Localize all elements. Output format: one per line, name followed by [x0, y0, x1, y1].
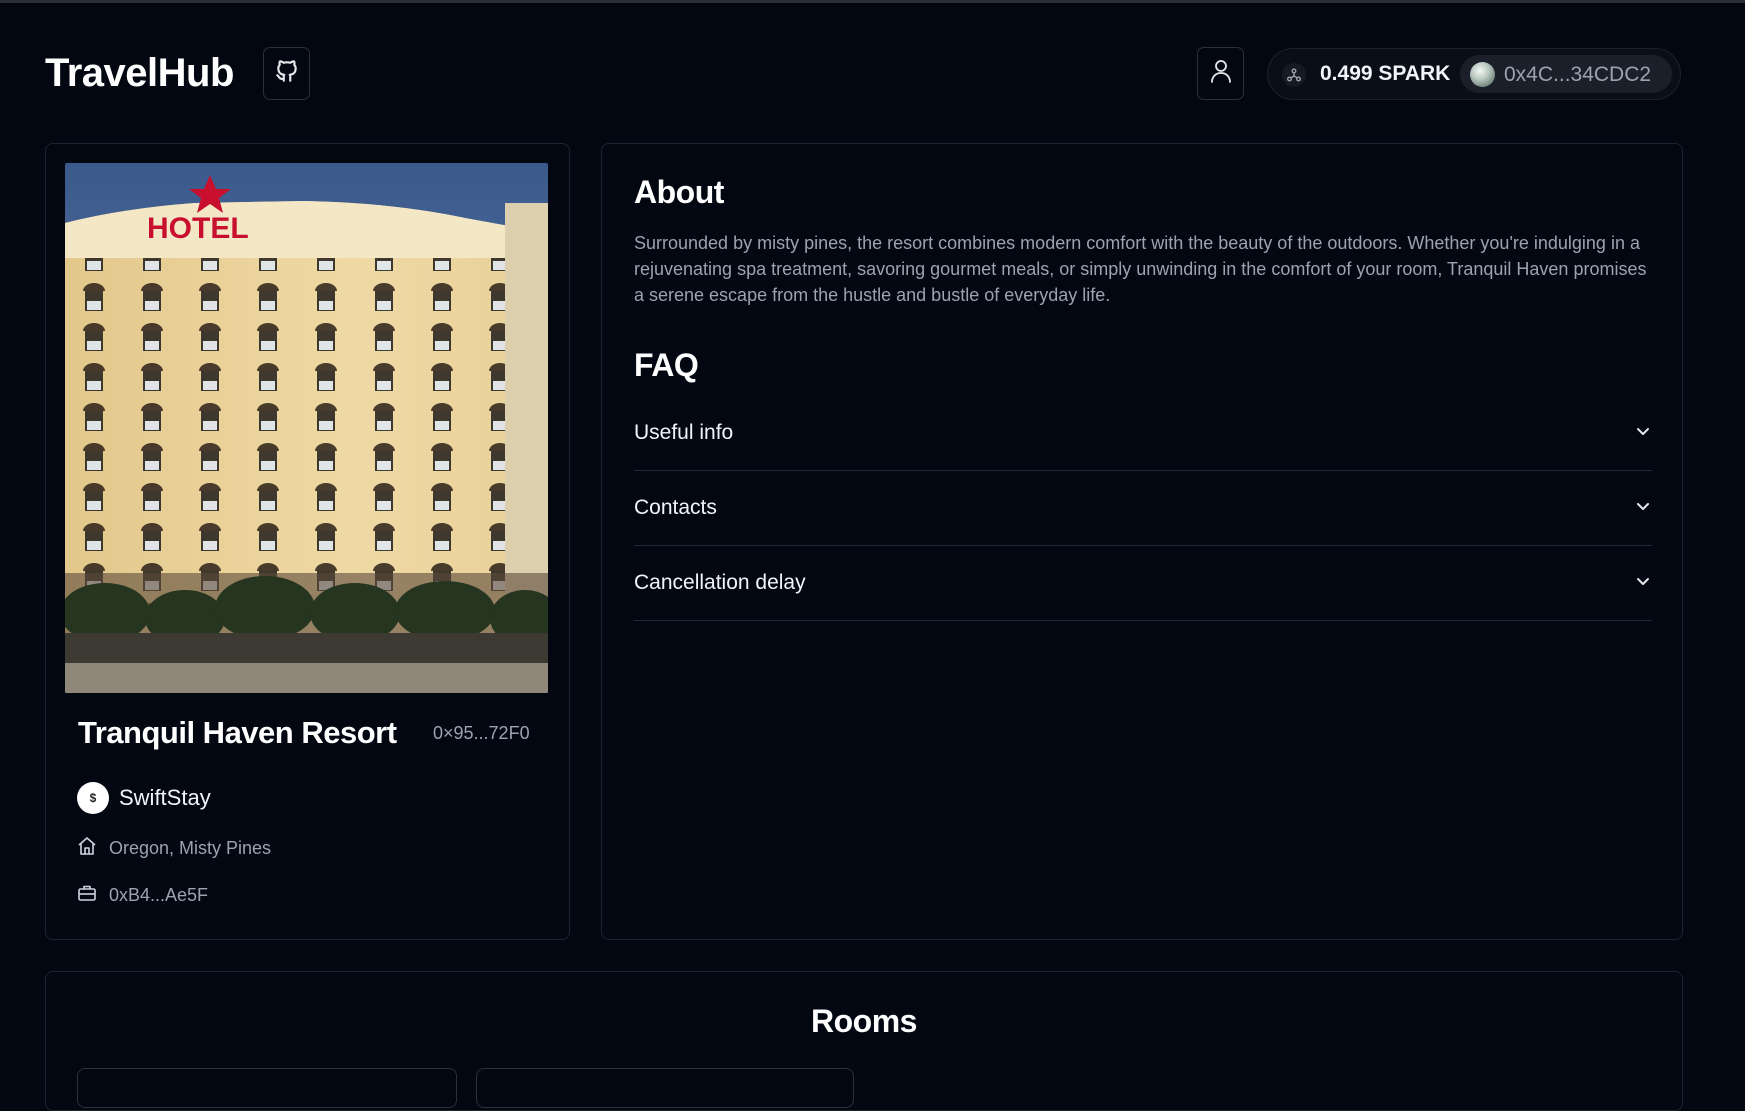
details-card: About Surrounded by misty pines, the res… — [601, 143, 1683, 940]
faq-accordion: Useful info Contacts Cancellation delay — [634, 396, 1652, 621]
hotel-name: Tranquil Haven Resort — [78, 715, 397, 750]
about-heading: About — [634, 174, 724, 210]
location-text: Oregon, Misty Pines — [109, 838, 272, 858]
about-description: Surrounded by misty pines, the resort co… — [634, 233, 1647, 305]
faq-item-label: Cancellation delay — [634, 571, 806, 594]
hotel-brand[interactable]: $ SwiftStay — [77, 782, 211, 814]
token-balance: 0.499 SPARK — [1320, 62, 1451, 85]
wallet-address: 0x4C...34CDC2 — [1504, 63, 1652, 86]
github-button[interactable] — [263, 47, 310, 100]
faq-item-contacts[interactable]: Contacts — [634, 471, 1652, 546]
rooms-heading: Rooms — [811, 1003, 917, 1039]
chevron-down-icon — [1634, 497, 1652, 520]
header: TravelHub 0.499 SPARK 0x4C...34CDC2 — [45, 47, 1681, 101]
network-icon — [1282, 63, 1306, 87]
home-icon — [77, 836, 97, 861]
room-card[interactable] — [476, 1068, 854, 1108]
brand-logo-text[interactable]: TravelHub — [45, 51, 234, 96]
faq-item-label: Useful info — [634, 421, 734, 444]
profile-button[interactable] — [1197, 47, 1244, 100]
room-card[interactable] — [77, 1068, 457, 1108]
faq-item-cancellation-delay[interactable]: Cancellation delay — [634, 546, 1652, 621]
github-icon — [274, 58, 300, 89]
hotel-owner[interactable]: 0xB4...Ae5F — [77, 883, 208, 908]
hotel-photo: HOTEL — [65, 163, 548, 693]
wallet-address-button[interactable]: 0x4C...34CDC2 — [1460, 55, 1672, 93]
chevron-down-icon — [1634, 422, 1652, 445]
brand-name: SwiftStay — [119, 785, 211, 810]
faq-item-label: Contacts — [634, 496, 717, 519]
faq-heading: FAQ — [634, 347, 699, 383]
hotel-contract-address[interactable]: 0×95...72F0 — [433, 723, 530, 744]
user-icon — [1209, 58, 1233, 89]
brand-logo-icon: $ — [77, 782, 109, 814]
briefcase-icon — [77, 883, 97, 908]
wallet-avatar — [1470, 62, 1495, 87]
rooms-section: Rooms — [45, 971, 1683, 1111]
chevron-down-icon — [1634, 572, 1652, 595]
owner-address: 0xB4...Ae5F — [109, 885, 209, 905]
hotel-location: Oregon, Misty Pines — [77, 836, 271, 861]
faq-item-useful-info[interactable]: Useful info — [634, 396, 1652, 471]
wallet-widget[interactable]: 0.499 SPARK 0x4C...34CDC2 — [1267, 48, 1681, 100]
hotel-sign: HOTEL — [147, 212, 249, 245]
hotel-card: HOTEL Tranquil Haven Resort 0×95...72F0 … — [45, 143, 570, 940]
top-border — [0, 0, 1745, 3]
